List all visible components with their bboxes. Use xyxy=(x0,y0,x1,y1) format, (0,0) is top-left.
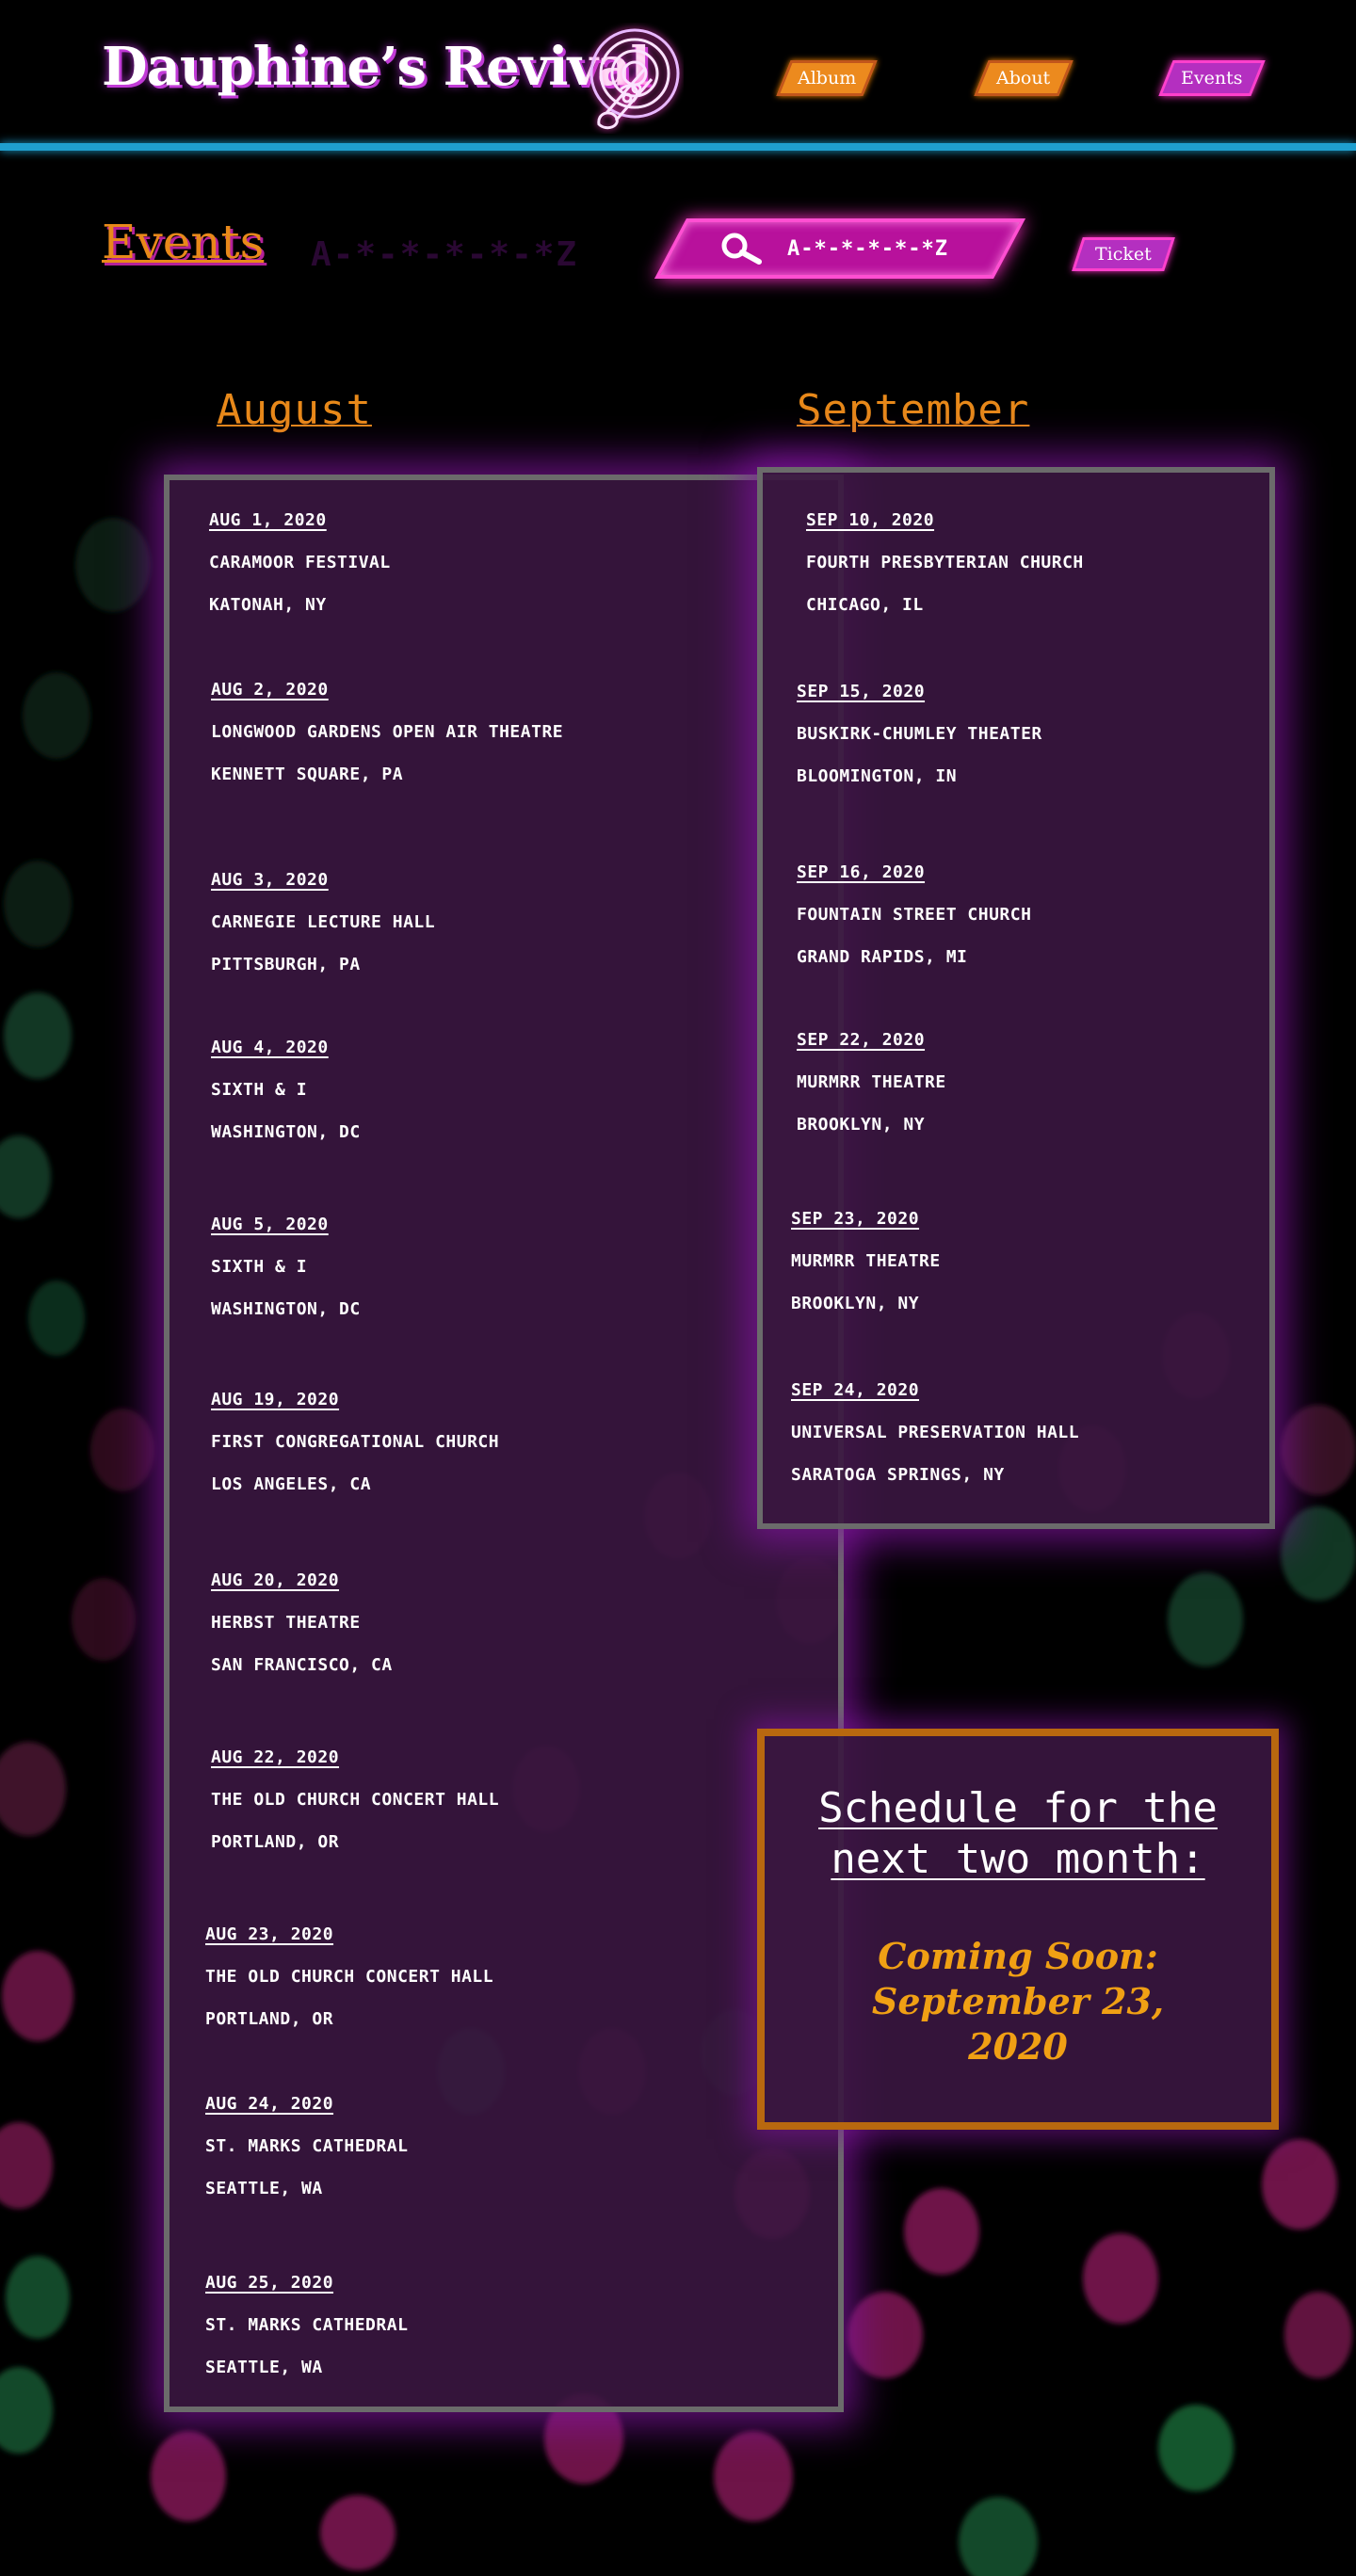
schedule-title-line1: Schedule for the xyxy=(818,1784,1218,1832)
event-item[interactable]: SEP 10, 2020 FOURTH PRESBYTERIAN CHURCH … xyxy=(806,512,1084,639)
event-item[interactable]: SEP 22, 2020 MURMRR THEATRE BROOKLYN, NY xyxy=(797,1032,946,1159)
event-venue: ST. MARKS CATHEDRAL xyxy=(205,2315,409,2335)
event-city: BROOKLYN, NY xyxy=(791,1294,920,1313)
event-item[interactable]: SEP 16, 2020 FOUNTAIN STREET CHURCH GRAN… xyxy=(797,864,1031,991)
event-date: SEP 10, 2020 xyxy=(806,510,935,530)
schedule-box: Schedule for the next two month: Coming … xyxy=(757,1729,1279,2130)
event-city: SEATTLE, WA xyxy=(205,2179,323,2198)
search-icon[interactable] xyxy=(716,232,767,266)
event-date: SEP 15, 2020 xyxy=(797,682,926,701)
nav-about-button[interactable]: About xyxy=(974,60,1074,96)
event-city: CHICAGO, IL xyxy=(806,595,924,615)
event-item[interactable]: AUG 23, 2020 THE OLD CHURCH CONCERT HALL… xyxy=(205,1926,493,2053)
event-venue: ST. MARKS CATHEDRAL xyxy=(205,2136,409,2156)
ticket-label: Ticket xyxy=(1095,244,1152,265)
event-date: AUG 25, 2020 xyxy=(205,2273,334,2293)
event-date: SEP 23, 2020 xyxy=(791,1209,920,1229)
month-heading-august: August xyxy=(217,386,372,434)
event-date: AUG 2, 2020 xyxy=(211,680,329,700)
neon-trumpet-logo-icon[interactable] xyxy=(578,23,684,134)
event-date: SEP 22, 2020 xyxy=(797,1030,926,1050)
event-city: SEATTLE, WA xyxy=(205,2358,323,2377)
nav-album-button[interactable]: Album xyxy=(776,60,878,96)
event-item[interactable]: AUG 5, 2020 SIXTH & I WASHINGTON, DC xyxy=(211,1216,361,1344)
ticket-button[interactable]: Ticket xyxy=(1072,237,1175,271)
event-date: AUG 22, 2020 xyxy=(211,1747,340,1767)
schedule-title: Schedule for the next two month: xyxy=(765,1783,1271,1885)
august-events-panel: AUG 1, 2020 CARAMOOR FESTIVAL KATONAH, N… xyxy=(164,475,844,2412)
event-city: SARATOGA SPRINGS, NY xyxy=(791,1465,1005,1485)
event-item[interactable]: AUG 3, 2020 CARNEGIE LECTURE HALL PITTSB… xyxy=(211,872,435,999)
september-events-panel: SEP 10, 2020 FOURTH PRESBYTERIAN CHURCH … xyxy=(757,467,1275,1529)
event-city: BROOKLYN, NY xyxy=(797,1115,926,1135)
event-venue: HERBST THEATRE xyxy=(211,1613,361,1633)
coming-soon-line1: Coming Soon: xyxy=(878,1935,1158,1977)
event-venue: THE OLD CHURCH CONCERT HALL xyxy=(205,1967,494,1987)
event-venue: UNIVERSAL PRESERVATION HALL xyxy=(791,1423,1080,1442)
coming-soon-text: Coming Soon: September 23, 2020 xyxy=(765,1934,1271,2069)
event-venue: SIXTH & I xyxy=(211,1257,308,1277)
event-venue: CARNEGIE LECTURE HALL xyxy=(211,912,436,932)
event-date: SEP 16, 2020 xyxy=(797,862,926,882)
event-item[interactable]: SEP 24, 2020 UNIVERSAL PRESERVATION HALL… xyxy=(791,1382,1079,1509)
event-venue: CARAMOOR FESTIVAL xyxy=(209,553,391,572)
event-item[interactable]: SEP 23, 2020 MURMRR THEATRE BROOKLYN, NY xyxy=(791,1211,941,1338)
event-item[interactable]: AUG 24, 2020 ST. MARKS CATHEDRAL SEATTLE… xyxy=(205,2096,408,2223)
event-city: KENNETT SQUARE, PA xyxy=(211,765,404,784)
brand-name[interactable]: Dauphine’s Revival xyxy=(102,36,651,98)
event-venue: FIRST CONGREGATIONAL CHURCH xyxy=(211,1432,500,1452)
event-city: WASHINGTON, DC xyxy=(211,1122,361,1142)
event-item[interactable]: AUG 1, 2020 CARAMOOR FESTIVAL KATONAH, N… xyxy=(209,512,391,639)
event-city: PORTLAND, OR xyxy=(205,2009,334,2029)
event-date: AUG 3, 2020 xyxy=(211,870,329,890)
event-city: GRAND RAPIDS, MI xyxy=(797,947,968,967)
search-input[interactable]: A-*-*-*-*-*Z xyxy=(787,237,948,261)
site-header: Dauphine’s Revival Album About Events xyxy=(0,0,1356,143)
event-item[interactable]: AUG 19, 2020 FIRST CONGREGATIONAL CHURCH… xyxy=(211,1392,499,1519)
search-bar[interactable]: A-*-*-*-*-*Z xyxy=(654,218,1026,279)
event-item[interactable]: AUG 22, 2020 THE OLD CHURCH CONCERT HALL… xyxy=(211,1749,499,1876)
month-heading-september: September xyxy=(797,386,1030,434)
event-item[interactable]: AUG 20, 2020 HERBST THEATRE SAN FRANCISC… xyxy=(211,1572,393,1699)
event-city: WASHINGTON, DC xyxy=(211,1299,361,1319)
schedule-title-line2: next two month: xyxy=(831,1835,1205,1883)
title-ghost-text: A-*-*-*-*-*Z xyxy=(311,235,579,274)
event-city: KATONAH, NY xyxy=(209,595,327,615)
event-venue: MURMRR THEATRE xyxy=(791,1251,941,1271)
event-date: AUG 19, 2020 xyxy=(211,1390,340,1409)
nav-about-label: About xyxy=(996,68,1051,89)
event-venue: FOUNTAIN STREET CHURCH xyxy=(797,905,1032,925)
header-divider xyxy=(0,143,1356,151)
event-city: PITTSBURGH, PA xyxy=(211,955,361,974)
event-date: SEP 24, 2020 xyxy=(791,1380,920,1400)
event-date: AUG 5, 2020 xyxy=(211,1215,329,1234)
event-item[interactable]: AUG 4, 2020 SIXTH & I WASHINGTON, DC xyxy=(211,1039,361,1167)
coming-soon-line3: 2020 xyxy=(968,2025,1068,2068)
event-city: BLOOMINGTON, IN xyxy=(797,766,958,786)
event-venue: THE OLD CHURCH CONCERT HALL xyxy=(211,1790,500,1810)
event-city: SAN FRANCISCO, CA xyxy=(211,1655,393,1675)
event-city: PORTLAND, OR xyxy=(211,1832,340,1852)
event-venue: SIXTH & I xyxy=(211,1080,308,1100)
event-venue: LONGWOOD GARDENS OPEN AIR THEATRE xyxy=(211,722,564,742)
event-item[interactable]: AUG 2, 2020 LONGWOOD GARDENS OPEN AIR TH… xyxy=(211,682,563,809)
event-date: AUG 1, 2020 xyxy=(209,510,327,530)
event-date: AUG 24, 2020 xyxy=(205,2094,334,2114)
event-venue: MURMRR THEATRE xyxy=(797,1072,946,1092)
nav-events-button[interactable]: Events xyxy=(1158,60,1266,96)
event-item[interactable]: SEP 15, 2020 BUSKIRK-CHUMLEY THEATER BLO… xyxy=(797,684,1042,811)
event-date: AUG 20, 2020 xyxy=(211,1570,340,1590)
event-item[interactable]: AUG 25, 2020 ST. MARKS CATHEDRAL SEATTLE… xyxy=(205,2275,408,2402)
event-city: LOS ANGELES, CA xyxy=(211,1474,372,1494)
event-venue: FOURTH PRESBYTERIAN CHURCH xyxy=(806,553,1084,572)
coming-soon-line2: September 23, xyxy=(871,1980,1165,2022)
nav-events-label: Events xyxy=(1181,68,1243,89)
nav-album-label: Album xyxy=(797,68,857,89)
event-date: AUG 23, 2020 xyxy=(205,1924,334,1944)
event-venue: BUSKIRK-CHUMLEY THEATER xyxy=(797,724,1042,744)
page-title: Events xyxy=(102,215,265,269)
event-date: AUG 4, 2020 xyxy=(211,1038,329,1057)
